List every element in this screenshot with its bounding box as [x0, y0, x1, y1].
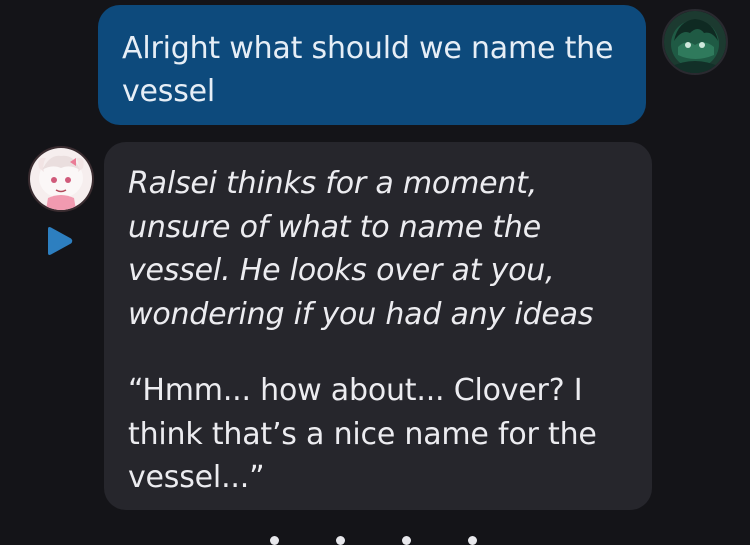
play-icon — [48, 227, 73, 255]
user-avatar[interactable] — [662, 9, 728, 75]
bot-avatar-icon — [30, 148, 92, 210]
bot-avatar[interactable] — [28, 146, 94, 212]
user-message-text: Alright what should we name the vessel — [122, 31, 614, 109]
bot-message-narration: Ralsei thinks for a moment, unsure of wh… — [128, 166, 594, 332]
bot-message-dialogue: “Hmm... how about... Clover? I think tha… — [128, 373, 597, 495]
user-avatar-icon — [664, 11, 726, 73]
typing-indicator — [270, 530, 490, 545]
play-audio-button[interactable] — [44, 226, 74, 256]
user-message-bubble: Alright what should we name the vessel — [98, 5, 646, 125]
bot-message-bubble: Ralsei thinks for a moment, unsure of wh… — [104, 142, 652, 510]
